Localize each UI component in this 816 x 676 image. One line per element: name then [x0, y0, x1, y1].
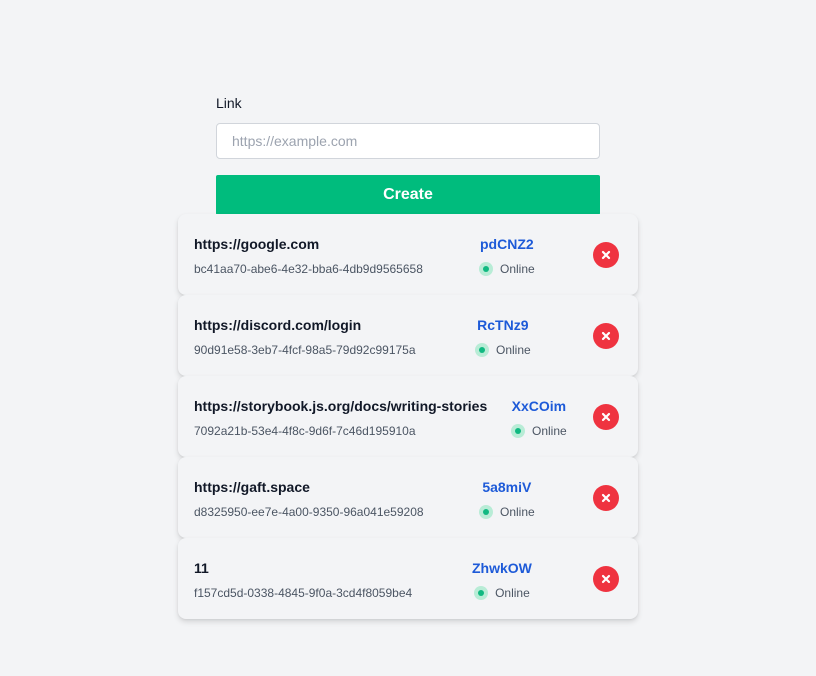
link-meta: RcTNz9 Online [475, 317, 531, 357]
status-indicator: Online [479, 262, 535, 276]
online-dot-icon [479, 262, 493, 276]
link-slug[interactable]: 5a8miV [482, 479, 531, 496]
delete-button[interactable] [593, 485, 619, 511]
link-card: https://storybook.js.org/docs/writing-st… [178, 376, 638, 457]
link-input[interactable] [216, 123, 600, 159]
link-url: 11 [194, 560, 209, 576]
close-icon [601, 331, 611, 341]
link-list: https://google.com bc41aa70-abe6-4e32-bb… [178, 214, 638, 619]
close-icon [601, 574, 611, 584]
link-meta: XxCOim Online [511, 398, 567, 438]
link-meta: 5a8miV Online [479, 479, 535, 519]
link-id: 7092a21b-53e4-4f8c-9d6f-7c46d195910a [194, 424, 416, 438]
status-indicator: Online [474, 586, 530, 600]
online-dot-icon [475, 343, 489, 357]
link-card: 11 f157cd5d-0338-4845-9f0a-3cd4f8059be4 … [178, 538, 638, 619]
online-dot-icon [474, 586, 489, 600]
status-text: Online [500, 262, 535, 276]
delete-button[interactable] [593, 404, 619, 430]
create-link-form: Link Create [216, 95, 600, 215]
status-text: Online [495, 586, 530, 600]
link-url: https://google.com [194, 236, 320, 252]
delete-button[interactable] [593, 323, 619, 349]
link-url: https://discord.com/login [194, 317, 362, 333]
link-id: 90d91e58-3eb7-4fcf-98a5-79d92c99175a [194, 343, 416, 357]
link-slug[interactable]: pdCNZ2 [480, 236, 534, 253]
link-meta: ZhwkOW Online [472, 560, 532, 600]
link-url: https://storybook.js.org/docs/writing-st… [194, 398, 488, 414]
close-icon [601, 493, 611, 503]
link-card: https://google.com bc41aa70-abe6-4e32-bb… [178, 214, 638, 295]
status-text: Online [500, 505, 535, 519]
delete-button[interactable] [593, 242, 619, 268]
online-dot-icon [511, 424, 525, 438]
link-url: https://gaft.space [194, 479, 310, 495]
link-slug[interactable]: XxCOim [512, 398, 566, 415]
link-slug[interactable]: RcTNz9 [477, 317, 528, 334]
close-icon [601, 250, 611, 260]
link-id: f157cd5d-0338-4845-9f0a-3cd4f8059be4 [194, 586, 413, 600]
status-text: Online [532, 424, 567, 438]
online-dot-icon [479, 505, 493, 519]
link-card: https://gaft.space d8325950-ee7e-4a00-93… [178, 457, 638, 538]
link-card: https://discord.com/login 90d91e58-3eb7-… [178, 295, 638, 376]
link-meta: pdCNZ2 Online [479, 236, 535, 276]
link-slug[interactable]: ZhwkOW [472, 560, 532, 577]
status-indicator: Online [511, 424, 567, 438]
close-icon [601, 412, 611, 422]
link-id: d8325950-ee7e-4a00-9350-96a041e59208 [194, 505, 424, 519]
link-label: Link [216, 95, 242, 111]
status-text: Online [496, 343, 531, 357]
status-indicator: Online [479, 505, 535, 519]
status-indicator: Online [475, 343, 531, 357]
delete-button[interactable] [593, 566, 619, 592]
create-button[interactable]: Create [216, 175, 600, 215]
link-id: bc41aa70-abe6-4e32-bba6-4db9d9565658 [194, 262, 423, 276]
